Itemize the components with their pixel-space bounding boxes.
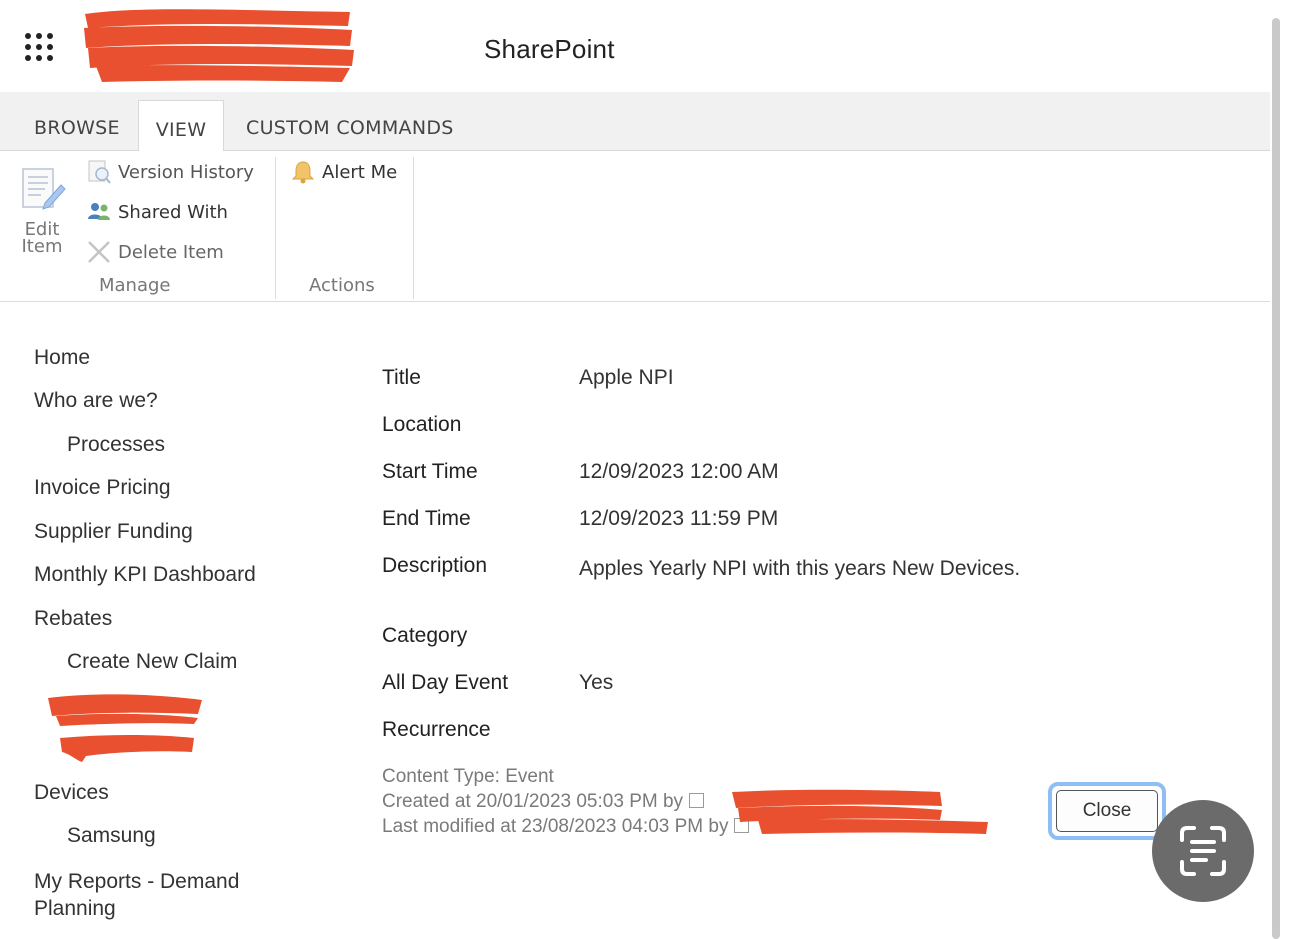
alert-me-label: Alert Me xyxy=(322,161,398,183)
field-value-start-time: 12/09/2023 12:00 AM xyxy=(579,460,779,483)
nav-devices[interactable]: Devices xyxy=(34,781,109,805)
field-value-end-time: 12/09/2023 11:59 PM xyxy=(579,507,779,530)
nav-who-are-we[interactable]: Who are we? xyxy=(34,389,158,413)
content-type-text: Content Type: Event xyxy=(382,766,554,787)
edit-item-label: Edit Item xyxy=(21,219,63,257)
modified-text: Last modified at 23/08/2023 04:03 PM by xyxy=(382,816,729,837)
field-label-description: Description xyxy=(382,554,488,577)
shared-with-label: Shared With xyxy=(118,201,228,223)
field-value-all-day-event: Yes xyxy=(579,671,614,694)
field-value-title: Apple NPI xyxy=(579,366,674,389)
actions-group-label: Actions xyxy=(309,275,375,296)
nav-processes[interactable]: Processes xyxy=(67,433,165,457)
page-scrollbar[interactable] xyxy=(1272,18,1280,939)
ribbon-group-divider xyxy=(413,157,414,299)
field-label-end-time: End Time xyxy=(382,507,471,530)
tab-browse[interactable]: BROWSE xyxy=(34,92,120,150)
delete-x-icon xyxy=(88,241,110,263)
nav-home[interactable]: Home xyxy=(34,346,90,370)
version-history-icon xyxy=(88,160,111,184)
redacted-nav-scribble xyxy=(48,694,202,762)
manage-group-label: Manage xyxy=(99,275,171,296)
suite-bar: SharePoint xyxy=(0,0,1270,92)
alert-me-button[interactable]: Alert Me xyxy=(290,155,397,189)
nav-my-reports-demand-planning[interactable]: My Reports - Demand Planning xyxy=(34,868,274,922)
field-label-all-day-event: All Day Event xyxy=(382,671,509,694)
nav-samsung[interactable]: Samsung xyxy=(67,824,156,848)
bell-icon xyxy=(291,161,315,184)
nav-monthly-kpi-dashboard[interactable]: Monthly KPI Dashboard xyxy=(34,563,256,587)
delete-item-button[interactable]: Delete Item xyxy=(86,235,224,269)
edit-item-icon xyxy=(22,168,66,210)
live-text-scan-button[interactable] xyxy=(1152,800,1254,902)
ribbon-group-divider xyxy=(275,157,276,299)
version-history-label: Version History xyxy=(118,161,254,183)
redacted-author-scribble xyxy=(732,789,988,834)
text-scan-icon xyxy=(1180,826,1226,876)
shared-with-icon xyxy=(88,203,110,220)
field-label-start-time: Start Time xyxy=(382,460,478,483)
presence-icon xyxy=(689,793,705,808)
field-value-description: Apples Yearly NPI with this years New De… xyxy=(579,557,1021,580)
tab-custom-commands[interactable]: CUSTOM COMMANDS xyxy=(246,92,454,150)
nav-create-new-claim[interactable]: Create New Claim xyxy=(67,650,237,674)
brand-title: SharePoint xyxy=(484,34,615,64)
app-launcher-waffle-icon[interactable] xyxy=(22,30,56,64)
field-label-category: Category xyxy=(382,624,468,647)
ribbon-body: Edit Item Version History Shared With De… xyxy=(0,151,1270,302)
item-metadata: Content Type: Event Created at 20/01/202… xyxy=(382,764,750,839)
version-history-button[interactable]: Version History xyxy=(86,155,254,189)
field-label-recurrence: Recurrence xyxy=(382,718,491,741)
delete-item-label: Delete Item xyxy=(118,241,224,263)
field-label-location: Location xyxy=(382,413,462,436)
shared-with-button[interactable]: Shared With xyxy=(86,195,228,229)
edit-item-button[interactable]: Edit Item xyxy=(12,165,72,257)
close-button-label: Close xyxy=(1056,790,1158,832)
close-button[interactable]: Close xyxy=(1048,782,1166,840)
nav-rebates[interactable]: Rebates xyxy=(34,607,112,631)
ribbon-tab-strip: BROWSE VIEW CUSTOM COMMANDS xyxy=(0,92,1270,160)
redacted-logo-scribble xyxy=(84,9,354,82)
nav-invoice-pricing[interactable]: Invoice Pricing xyxy=(34,476,171,500)
field-label-title: Title xyxy=(382,366,421,389)
nav-supplier-funding[interactable]: Supplier Funding xyxy=(34,520,193,544)
created-text: Created at 20/01/2023 05:03 PM by xyxy=(382,791,684,812)
